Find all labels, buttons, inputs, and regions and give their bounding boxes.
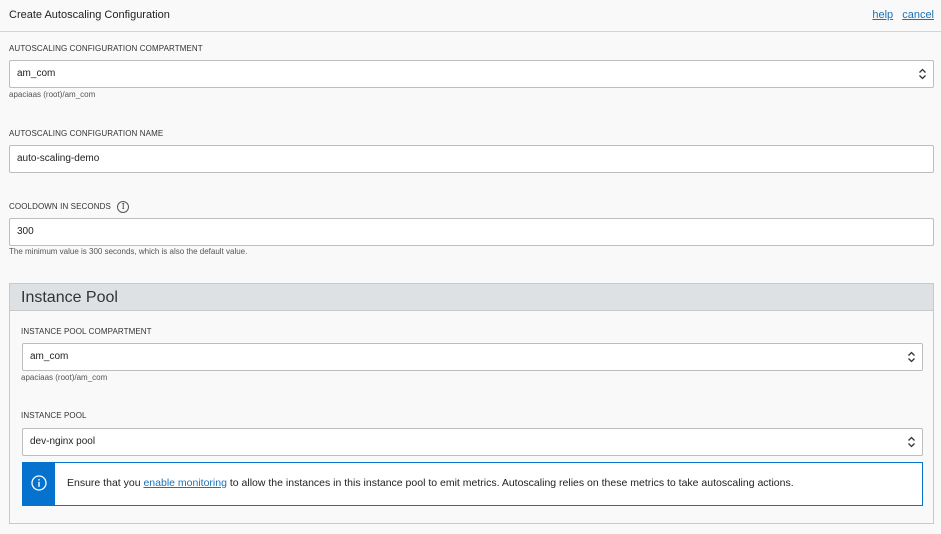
cooldown-label: COOLDOWN IN SECONDS [9, 202, 111, 212]
monitoring-notice: Ensure that you enable monitoring to all… [22, 462, 923, 506]
chevron-up-down-icon [908, 351, 915, 363]
cooldown-label-wrap: COOLDOWN IN SECONDS i [9, 201, 130, 213]
help-link[interactable]: help [872, 9, 893, 21]
instance-pool-select[interactable]: dev-nginx pool [22, 428, 923, 456]
chevron-up-down-icon [919, 68, 926, 80]
compartment-path: apaciaas (root)/am_com [9, 90, 96, 99]
page-title: Create Autoscaling Configuration [9, 9, 170, 21]
pool-compartment-label: INSTANCE POOL COMPARTMENT [21, 327, 152, 336]
enable-monitoring-link[interactable]: enable monitoring [143, 477, 226, 489]
config-name-label: AUTOSCALING CONFIGURATION NAME [9, 129, 164, 138]
notice-accent-bar [23, 463, 55, 505]
page-header: Create Autoscaling Configuration help ca… [0, 0, 941, 32]
notice-suffix: to allow the instances in this instance … [226, 477, 794, 489]
instance-pool-section: Instance Pool INSTANCE POOL COMPARTMENT … [9, 283, 934, 524]
info-icon[interactable]: i [117, 201, 130, 213]
chevron-up-down-icon [908, 436, 915, 448]
cooldown-hint: The minimum value is 300 seconds, which … [9, 247, 248, 256]
info-icon [31, 475, 47, 491]
pool-compartment-value: am_com [30, 351, 69, 362]
pool-compartment-select[interactable]: am_com [22, 343, 923, 371]
compartment-select-value: am_com [17, 68, 56, 79]
cooldown-value: 300 [17, 226, 34, 237]
pool-compartment-path: apaciaas (root)/am_com [21, 373, 108, 382]
instance-pool-header: Instance Pool [10, 284, 933, 311]
instance-pool-label: INSTANCE POOL [21, 411, 87, 420]
config-name-input[interactable]: auto-scaling-demo [9, 145, 934, 173]
instance-pool-title: Instance Pool [21, 289, 118, 306]
compartment-label: AUTOSCALING CONFIGURATION COMPARTMENT [9, 44, 203, 53]
header-links: help cancel [866, 9, 934, 21]
instance-pool-value: dev-nginx pool [30, 436, 96, 447]
notice-prefix: Ensure that you [67, 477, 144, 489]
compartment-select[interactable]: am_com [9, 60, 934, 88]
config-name-value: auto-scaling-demo [17, 153, 100, 164]
cooldown-input[interactable]: 300 [9, 218, 934, 246]
notice-message: Ensure that you enable monitoring to all… [67, 477, 794, 489]
cancel-link[interactable]: cancel [902, 9, 934, 21]
